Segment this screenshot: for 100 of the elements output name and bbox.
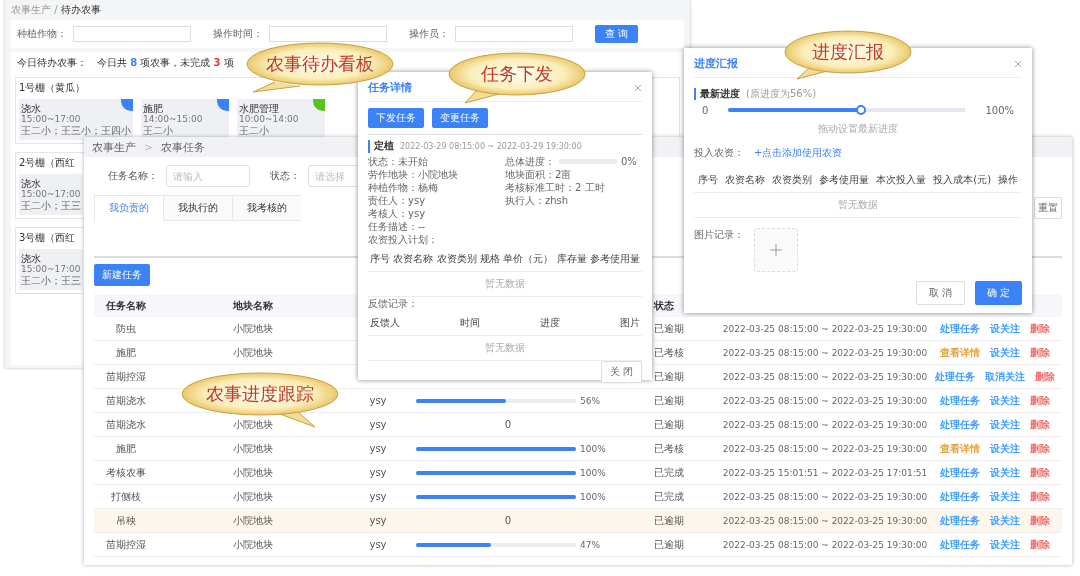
task-name: 施肥 [143, 103, 164, 114]
breadcrumb: 农事生产 / 待办农事 [11, 3, 102, 16]
greenhouse-title: 1号棚（黄瓜） [19, 81, 86, 95]
progress-reading: 100% [580, 491, 604, 502]
task-time: 15:00~17:00 [21, 264, 81, 275]
field-label: 图片记录： [694, 228, 744, 242]
column-header: 图片 [620, 316, 640, 330]
task-name: 浇水 [21, 178, 42, 189]
column-header: 操作 [998, 173, 1019, 187]
task-time: 10:00~14:00 [239, 114, 300, 125]
table-cell-text: 已逾期 [654, 369, 685, 384]
callout-label: 农事待办看板 [266, 52, 374, 76]
table-cell-text: 小院地块 [232, 537, 274, 552]
column-header: 投入成本(元) [933, 173, 992, 187]
task-time: 15:00~17:00 [21, 189, 81, 200]
table-cell-text: 0 [503, 418, 513, 432]
table-cell-text: ysy [368, 490, 388, 504]
table-cell-text: 已考核 [654, 441, 685, 456]
field-label: 总体进度： [505, 155, 555, 168]
column-header: 参考使用量 [589, 252, 640, 266]
field-text: 责任人：ysy [368, 194, 427, 207]
greenhouse-title: 3号棚（西红 [19, 231, 76, 245]
table-cell-text: 已考核 [654, 345, 685, 360]
table-cell-text: 已逾期 [654, 321, 685, 336]
table-cell-text: 0 [503, 514, 513, 528]
column-header: 规格 [480, 252, 500, 266]
callout-label: 进度汇报 [811, 40, 885, 64]
field-text: 考核人：ysy [368, 207, 427, 220]
field-label: 操作时间： [213, 27, 263, 41]
column-header: 库存量 [556, 252, 587, 266]
column-header: 本次投入量 [876, 173, 927, 187]
table-cell-text: 小院地块 [232, 321, 274, 336]
slider-hint: 拖动设置最新进度 [817, 122, 899, 136]
field-text: 执行人：zhsh [505, 194, 570, 207]
table-cell-text: ysy [368, 538, 388, 552]
table-cell-text: 2022-03-25 08:15:00 ~ 2022-03-25 19:30:00 [721, 490, 929, 504]
task-people: 王二小；王三小；王四小 [21, 125, 131, 136]
table-cell-text: 小院地块 [232, 417, 274, 432]
field-label: 操作员： [409, 27, 449, 41]
greenhouse-title: 2号棚（西红 [19, 156, 76, 170]
table-cell-text: 2022-03-25 08:15:00 ~ 2022-03-25 19:30:00 [721, 322, 929, 336]
section-label: 农资投入计划： [368, 233, 439, 247]
column-header: 农资类别 [436, 252, 477, 266]
table-cell-text: 小院地块 [232, 465, 274, 480]
table-cell-text: ysy [368, 514, 388, 528]
field-label: 任务名称： [108, 169, 158, 183]
empty-message: 暂无数据 [368, 272, 642, 297]
task-name: 浇水 [21, 253, 42, 264]
column-header: 地块名称 [232, 298, 274, 313]
column-header: 农资类别 [771, 173, 812, 187]
table-cell-text: 小院地块 [232, 441, 274, 456]
field-text: 地块面积：2亩 [505, 168, 573, 181]
table-cell-text: 2022-03-25 08:15:00 ~ 2022-03-25 19:30:00 [721, 370, 929, 384]
task-name: 浇水 [21, 103, 42, 114]
table-cell-text: 已逾期 [654, 537, 685, 552]
table-cell-text: 已逾期 [654, 417, 685, 432]
column-header: 单价（元） [503, 252, 554, 266]
table-cell-text: 已逾期 [654, 513, 685, 528]
task-people: 王二小 [239, 125, 270, 136]
progress-reading: 100% [580, 467, 604, 478]
callout-label: 农事进度跟踪 [205, 382, 315, 406]
table-cell-text: 苗期控湿 [105, 369, 147, 384]
table-cell-text: 苗期浇水 [105, 417, 147, 432]
column-header: 进度 [540, 316, 560, 330]
column-header: 反馈人 [370, 316, 400, 330]
breadcrumb-item: 农事任务 [161, 139, 206, 155]
field-text: 状态：未开始 [368, 155, 429, 168]
table-cell-text: 施肥 [115, 345, 137, 360]
section-title: 定植 [374, 140, 394, 152]
column-header: 任务名称 [105, 298, 147, 313]
field-label: 种植作物： [17, 27, 67, 41]
dialog-title: 任务详情 [368, 80, 412, 95]
field-label: 状态： [270, 169, 300, 183]
table-cell-text: 苗期浇水 [105, 393, 147, 408]
task-people: 王二小；王三 [21, 275, 81, 286]
summary-text: 今日共 8 项农事，未完成 3 项 [97, 56, 234, 69]
field-text: 任务描述：-- [368, 220, 427, 233]
progress-reading: 47% [580, 539, 601, 550]
column-header: 状态 [654, 298, 675, 313]
table-cell-text: 吊秧 [115, 513, 137, 528]
slider-max: 100% [985, 104, 1014, 116]
table-cell-text: 2022-03-25 15:01:51 ~ 2022-03-25 17:01:51 [721, 466, 929, 480]
field-label: 投入农资： [694, 146, 744, 160]
section-note: (原进度为56%) [746, 88, 817, 100]
breadcrumb-separator: > [144, 140, 154, 154]
table-cell-text: 2022-03-25 08:15:00 ~ 2022-03-25 19:30:00 [721, 418, 929, 432]
empty-message: 暂无数据 [694, 193, 1022, 218]
table-cell-text: 2022-03-25 08:15:00 ~ 2022-03-25 19:30:00 [721, 346, 929, 360]
table-cell-text: 2022-03-25 08:15:00 ~ 2022-03-25 19:30:00 [721, 514, 929, 528]
table-cell-text: 施肥 [115, 441, 137, 456]
progress-reading: 56% [580, 395, 601, 406]
table-cell-text: 打侧枝 [110, 489, 142, 504]
table-cell-text: 小院地块 [232, 513, 274, 528]
table-cell-text: 已逾期 [654, 393, 685, 408]
table-cell-text: ysy [368, 394, 388, 408]
table-cell-text: 2022-03-25 08:15:00 ~ 2022-03-25 19:30:00 [721, 394, 929, 408]
task-time: 15:00~17:00 [21, 114, 82, 125]
section-title: 最新进度 [700, 88, 740, 100]
table-cell-text: ysy [368, 418, 388, 432]
column-header: 序号 [370, 252, 390, 266]
